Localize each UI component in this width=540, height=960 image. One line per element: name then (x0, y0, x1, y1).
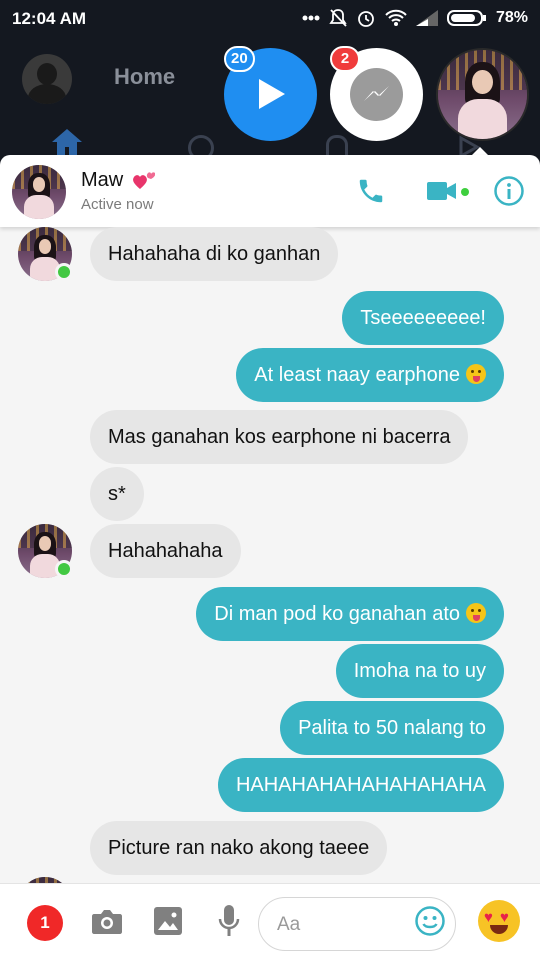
messenger-bolt-icon (364, 86, 389, 101)
contact-chat-head[interactable] (436, 48, 529, 141)
status-time: 12:04 AM (12, 9, 87, 28)
phone-icon[interactable] (356, 176, 386, 206)
message-bubble-outgoing[interactable]: Tseeeeeeeee! (342, 291, 504, 345)
heart-eye-icon: ♥ (484, 909, 493, 926)
alarm-icon (356, 8, 376, 28)
contact-name[interactable]: Maw (81, 169, 123, 192)
active-status: Active now (81, 196, 154, 213)
more-actions-badge[interactable]: 1 (27, 905, 63, 941)
message-text: At least naay earphone (254, 364, 460, 386)
messenger-badge: 2 (330, 46, 360, 72)
gallery-icon[interactable] (153, 906, 183, 936)
heart-eyes-emoji-button[interactable]: ♥ ♥ (478, 900, 520, 942)
message-bubble-incoming[interactable]: Hahahahaha (90, 524, 241, 578)
online-indicator (55, 263, 73, 281)
home-profile-avatar[interactable] (22, 54, 72, 104)
info-icon[interactable] (493, 175, 525, 207)
signal-icon (415, 10, 438, 26)
video-badge: 20 (224, 46, 255, 72)
message-bubble-incoming[interactable]: s* (90, 467, 144, 521)
battery-icon (446, 9, 487, 27)
message-input-placeholder: Aa (277, 914, 301, 935)
message-bubble-incoming[interactable]: Picture ran nako akong taeee (90, 821, 388, 875)
heart-eye-icon: ♥ (500, 909, 509, 926)
status-bar: 12:04 AM 78% (0, 0, 540, 36)
wifi-icon (385, 9, 407, 27)
more-dots-icon (302, 15, 320, 21)
message-bubble-incoming[interactable]: Mas ganahan kos earphone ni bacerra (90, 410, 469, 464)
online-indicator (55, 560, 73, 578)
message-list[interactable]: Hahahaha di ko ganhan Tseeeeeeeee! At le… (0, 227, 540, 883)
contact-photo (438, 50, 527, 139)
message-bubble-outgoing[interactable]: At least naay earphone (236, 348, 504, 402)
play-icon (259, 79, 285, 109)
tongue-out-emoji-icon (466, 603, 486, 623)
mute-bell-icon (329, 8, 347, 28)
video-call-icon[interactable] (427, 180, 457, 202)
microphone-icon[interactable] (218, 904, 240, 938)
two-hearts-icon (133, 172, 155, 189)
video-online-dot (461, 188, 469, 196)
chat-header: Maw Active now (0, 155, 540, 227)
home-title: Home (114, 64, 176, 89)
message-text: Di man pod ko ganahan ato (214, 603, 460, 625)
home-tab-icon (52, 129, 82, 155)
emoji-picker-icon[interactable] (414, 905, 446, 937)
message-bubble-incoming[interactable]: Hahahaha di ko ganhan (90, 227, 339, 281)
message-bubble-outgoing[interactable]: Imoha na to uy (335, 644, 504, 698)
message-composer: 1 Aa ♥ ♥ (0, 883, 540, 960)
message-bubble-outgoing[interactable]: HAHAHAHAHAHAHAHAHA (217, 758, 504, 812)
message-bubble-outgoing[interactable]: Di man pod ko ganahan ato (196, 587, 504, 641)
contact-avatar[interactable] (12, 165, 66, 219)
camera-icon[interactable] (91, 908, 123, 936)
tongue-out-emoji-icon (466, 364, 486, 384)
battery-percent: 78% (495, 9, 528, 26)
status-icons: 78% (302, 8, 528, 28)
message-bubble-outgoing[interactable]: Palita to 50 nalang to (280, 701, 504, 755)
